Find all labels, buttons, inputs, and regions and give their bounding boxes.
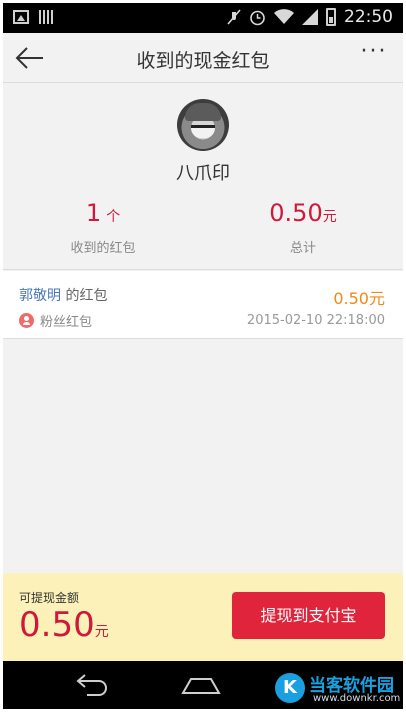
record-sender: 郭敬明 的红包 <box>19 285 107 305</box>
more-button[interactable]: ··· <box>359 41 389 71</box>
image-icon <box>13 10 29 24</box>
mute-icon <box>227 9 241 25</box>
total-amount-caption: 总计 <box>289 241 316 256</box>
withdraw-to-alipay-button[interactable]: 提现到支付宝 <box>232 592 385 639</box>
nav-back-button[interactable] <box>69 673 113 697</box>
user-avatar[interactable] <box>177 99 229 151</box>
withdraw-label: 可提现金额 <box>19 591 80 605</box>
record-time: 2015-02-10 22:18:00 <box>246 313 385 328</box>
watermark-url: www.downkr.com <box>313 693 401 704</box>
battery-icon <box>326 8 336 26</box>
received-count-caption: 收到的红包 <box>70 241 136 256</box>
alarm-icon <box>250 10 265 25</box>
watermark-logo: K <box>275 673 305 703</box>
nav-home-button[interactable] <box>179 673 223 697</box>
record-tag-label: 粉丝红包 <box>40 315 93 330</box>
fan-user-icon <box>19 313 34 328</box>
summary-panel: 八爪印 1 个 收到的红包 0.50元 总计 <box>3 83 403 270</box>
status-right: 22:50 <box>227 7 393 27</box>
page-title: 收到的现金红包 <box>136 50 270 72</box>
total-amount-unit: 元 <box>322 209 337 225</box>
record-tag: 粉丝红包 <box>19 311 92 330</box>
record-amount: 0.50元 <box>333 289 385 308</box>
username: 八爪印 <box>176 163 230 184</box>
withdraw-bar: 可提现金额 0.50元 提现到支付宝 <box>3 573 403 661</box>
sender-suffix: 的红包 <box>61 288 108 304</box>
title-bar: 收到的现金红包 ··· <box>3 33 403 83</box>
more-dots-icon: ··· <box>360 39 388 64</box>
status-bar: 22:50 <box>3 3 403 33</box>
received-count-value: 1 <box>85 199 102 227</box>
nav-back-icon <box>76 674 107 696</box>
list-item[interactable]: 郭敬明 的红包 0.50元 粉丝红包 2015-02-10 22:18:00 <box>3 271 403 339</box>
total-amount-stat: 0.50元 总计 <box>203 199 403 256</box>
withdraw-amount-unit: 元 <box>94 624 109 640</box>
watermark: K 当客软件园 www.downkr.com <box>275 671 403 709</box>
received-count-unit: 个 <box>106 209 121 225</box>
status-left <box>13 10 53 24</box>
wifi-icon <box>274 9 294 24</box>
sender-name[interactable]: 郭敬明 <box>19 288 61 304</box>
signal-icon <box>302 9 318 25</box>
status-time: 22:50 <box>344 7 393 27</box>
app-frame: 22:50 收到的现金红包 ··· 八爪印 1 个 收到的红包 0.50元 总计… <box>3 3 403 709</box>
withdraw-amount: 0.50元 <box>19 605 109 645</box>
barcode-icon <box>39 10 53 24</box>
nav-home-icon <box>181 678 221 694</box>
withdraw-amount-value: 0.50 <box>19 605 95 645</box>
total-amount-value: 0.50 <box>269 199 323 227</box>
received-count-stat: 1 个 收到的红包 <box>3 199 203 256</box>
